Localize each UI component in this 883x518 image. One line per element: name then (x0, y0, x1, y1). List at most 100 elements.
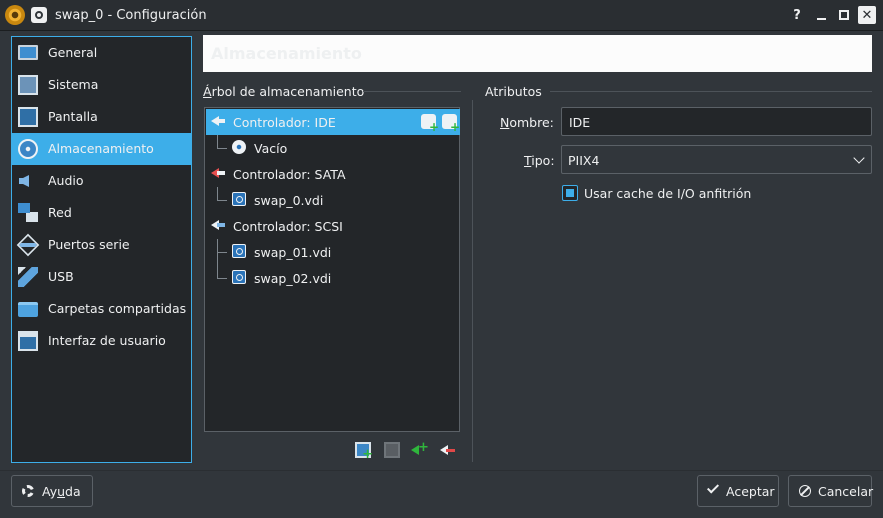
chip-icon (18, 75, 38, 95)
tree-row-label: Vacío (254, 141, 288, 156)
sidebar-item-label: Carpetas compartidas (48, 301, 187, 316)
mnemonic-letter: u (57, 484, 66, 499)
add-hard-disk-icon[interactable] (442, 114, 460, 134)
label-part: Ay (42, 484, 58, 499)
sidebar-item-label: Sistema (48, 77, 99, 92)
host-io-cache-label[interactable]: Usar cache de I/O anfitrión (584, 186, 751, 201)
tree-row-empty-drive[interactable]: Vacío (206, 135, 460, 161)
keep-above-icon[interactable] (31, 7, 47, 23)
minimize-button[interactable] (812, 6, 830, 24)
sidebar-item-label: USB (48, 269, 74, 284)
sidebar-item-label: Audio (48, 173, 84, 188)
tree-branch-line (217, 200, 227, 201)
storage-tree[interactable]: Controlador: IDE Vacío Controlador: SATA… (204, 107, 460, 432)
usb-icon (18, 267, 38, 287)
storage-icon (18, 139, 38, 159)
mnemonic-letter: Á (203, 84, 212, 99)
hard-disk-icon (232, 270, 246, 284)
sidebar-item-user-interface[interactable]: Interfaz de usuario (12, 325, 191, 357)
footer-divider (0, 470, 883, 471)
ide-controller-icon (211, 114, 225, 128)
page-title: Almacenamiento (211, 44, 362, 63)
tree-row-disk[interactable]: swap_02.vdi (206, 265, 460, 291)
sidebar-item-label: Puertos serie (48, 237, 130, 252)
sidebar-item-display[interactable]: Pantalla (12, 101, 191, 133)
add-optical-drive-icon[interactable] (421, 114, 439, 134)
close-button[interactable]: ✕ (858, 6, 876, 24)
ok-button-label: Aceptar (726, 484, 775, 499)
tree-row-label: swap_0.vdi (254, 193, 324, 208)
tree-branch-line (217, 239, 218, 278)
sidebar-item-general[interactable]: General (12, 37, 191, 69)
help-button[interactable]: Ayuda (11, 475, 93, 507)
tree-branch-line (217, 148, 227, 149)
help-button[interactable]: ? (788, 6, 806, 24)
ok-button[interactable]: Aceptar (697, 475, 779, 507)
sidebar-item-system[interactable]: Sistema (12, 69, 191, 101)
sidebar-item-label: Red (48, 205, 72, 220)
network-icon (18, 203, 38, 223)
group-label-text: rbol de almacenamiento (211, 84, 365, 99)
cancel-icon (799, 485, 811, 497)
lifebuoy-icon (22, 485, 34, 497)
cancel-button[interactable]: Cancelar (788, 475, 873, 507)
add-controller-icon[interactable] (411, 440, 429, 458)
name-field[interactable]: IDE (561, 107, 872, 136)
type-select-value: PIIX4 (568, 153, 600, 168)
chevron-down-icon (853, 152, 865, 164)
checkmark-icon (706, 481, 720, 494)
attributes-group-label: Atributos (485, 84, 542, 99)
group-divider (550, 91, 872, 92)
tree-row-disk[interactable]: swap_01.vdi (206, 239, 460, 265)
tree-branch-line (217, 252, 227, 253)
label-part: da (65, 484, 81, 499)
sidebar-item-shared-folders[interactable]: Carpetas compartidas (12, 293, 191, 325)
user-interface-icon (18, 331, 38, 351)
optical-disc-icon (232, 140, 246, 154)
tree-row-controller-sata[interactable]: Controlador: SATA (206, 161, 460, 187)
field-label-text: ombre: (509, 115, 554, 130)
settings-sidebar: General Sistema Pantalla Almacenamiento … (11, 36, 192, 463)
serial-port-icon (16, 233, 40, 257)
tree-row-controller-ide[interactable]: Controlador: IDE (206, 109, 460, 135)
sidebar-item-label: General (48, 45, 98, 60)
field-label-text: ipo: (531, 153, 555, 168)
remove-controller-icon[interactable] (440, 442, 456, 458)
tree-row-label: Controlador: SCSI (233, 219, 343, 234)
type-select[interactable]: PIIX4 (561, 145, 872, 174)
tree-row-label: swap_02.vdi (254, 271, 332, 286)
host-io-cache-checkbox[interactable] (562, 185, 578, 201)
sidebar-item-audio[interactable]: Audio (12, 165, 191, 197)
type-label: Tipo: (524, 153, 555, 168)
tree-row-label: Controlador: SATA (233, 167, 346, 182)
tree-row-disk[interactable]: swap_0.vdi (206, 187, 460, 213)
window-title: swap_0 - Configuración (55, 8, 207, 23)
sidebar-item-storage[interactable]: Almacenamiento (12, 133, 191, 165)
name-label: Nombre: (500, 115, 554, 130)
folder-icon (18, 302, 38, 317)
remove-attachment-icon[interactable] (384, 442, 400, 458)
sidebar-item-serial-ports[interactable]: Puertos serie (12, 229, 191, 261)
display-icon (18, 107, 38, 127)
scsi-controller-icon (211, 218, 225, 232)
help-button-label: Ayuda (42, 484, 81, 499)
name-field-value: IDE (569, 115, 591, 130)
hard-disk-icon (232, 192, 246, 206)
group-divider (363, 91, 461, 92)
sidebar-item-label: Almacenamiento (48, 141, 154, 156)
tree-branch-line (217, 187, 218, 200)
tree-branch-line (217, 135, 218, 148)
hard-disk-icon (232, 244, 246, 258)
add-attachment-icon[interactable] (355, 442, 373, 462)
tree-row-label: Controlador: IDE (233, 115, 336, 130)
sidebar-item-network[interactable]: Red (12, 197, 191, 229)
tree-row-label: swap_01.vdi (254, 245, 332, 260)
title-bar: swap_0 - Configuración ? ✕ (0, 0, 883, 31)
tree-branch-line (217, 278, 227, 279)
tree-row-controller-scsi[interactable]: Controlador: SCSI (206, 213, 460, 239)
sidebar-item-usb[interactable]: USB (12, 261, 191, 293)
monitor-icon (18, 45, 38, 60)
page-header-banner: Almacenamiento (203, 35, 872, 72)
storage-tree-group-label: Árbol de almacenamiento (203, 84, 364, 99)
maximize-button[interactable] (835, 6, 853, 24)
